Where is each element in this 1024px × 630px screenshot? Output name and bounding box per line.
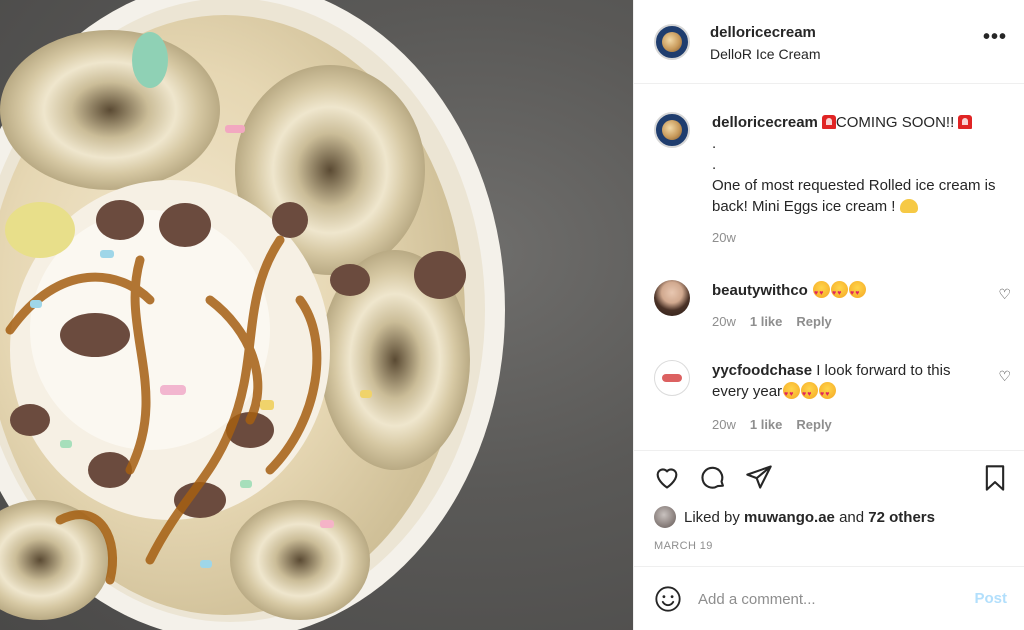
comment-time[interactable]: 20w [712,314,736,329]
liked-by-and: and [839,508,865,526]
liked-by-prefix: Liked by [684,508,740,526]
comment-icon[interactable] [698,463,728,491]
hatching-chick-emoji-icon [899,199,918,213]
comment-username[interactable]: beautywithco [712,282,808,299]
reply-button[interactable]: Reply [796,314,831,329]
emoji-smile-icon[interactable] [654,585,682,613]
caption-time[interactable]: 20w [712,227,1012,248]
more-horizontal-icon[interactable]: ••• [983,27,1007,47]
siren-emoji-icon [958,115,973,129]
comment-avatar[interactable] [654,360,690,396]
post-actions: Liked by muwango.ae and 72 others MARCH … [634,450,1024,570]
comment-time[interactable]: 20w [712,417,736,432]
bookmark-icon[interactable] [981,463,1009,493]
comment-input[interactable] [698,587,948,611]
heart-icon[interactable] [652,463,682,491]
header-username[interactable]: delloricecream [710,24,816,41]
heart-eyes-emoji-icon [849,281,867,304]
comment-like-heart-icon[interactable]: ♡ [998,368,1011,385]
caption-line1: COMING SOON!! [835,114,955,131]
add-comment-bar: Post [634,566,1024,630]
comment-username[interactable]: yycfoodchase [712,362,812,379]
post-photo[interactable] [0,0,633,630]
caption-avatar[interactable] [654,112,690,148]
liked-by: Liked by muwango.ae and 72 others [654,506,935,528]
post-side-panel: delloricecream DelloR Ice Cream ••• dell… [633,0,1024,630]
caption-dot: . [712,135,717,152]
comment-meta: 20w 1 like Reply [712,314,832,329]
header-subtitle[interactable]: DelloR Ice Cream [710,46,820,62]
caption-dot: . [712,156,717,173]
heart-eyes-emoji-icon [783,382,801,405]
comment-body: beautywithco [712,280,972,304]
liker-avatar[interactable] [654,506,676,528]
reply-button[interactable]: Reply [796,417,831,432]
comment-likes[interactable]: 1 like [750,417,783,432]
comment-meta: 20w 1 like Reply [712,417,832,432]
siren-emoji-icon [821,115,836,129]
comment-avatar[interactable] [654,280,690,316]
avatar[interactable] [654,24,690,60]
caption-username[interactable]: delloricecream [712,114,818,131]
liked-by-others[interactable]: 72 others [868,509,935,526]
share-icon[interactable] [744,463,774,491]
comment-body: yycfoodchase I look forward to this ever… [712,360,972,405]
comment-likes[interactable]: 1 like [750,314,783,329]
caption-text: delloricecream COMING SOON!! . . One of m… [712,112,1012,248]
comment-like-heart-icon[interactable]: ♡ [998,286,1011,303]
heart-eyes-emoji-icon [801,382,819,405]
liked-by-user[interactable]: muwango.ae [744,509,835,526]
heart-eyes-emoji-icon [813,281,831,304]
heart-eyes-emoji-icon [819,382,837,405]
post-button[interactable]: Post [974,590,1007,607]
heart-eyes-emoji-icon [831,281,849,304]
post-header: delloricecream DelloR Ice Cream ••• [634,0,1024,84]
post-date[interactable]: MARCH 19 [654,540,713,552]
caption-body: One of most requested Rolled ice cream i… [712,177,996,215]
ice-cream-photo [0,0,505,630]
